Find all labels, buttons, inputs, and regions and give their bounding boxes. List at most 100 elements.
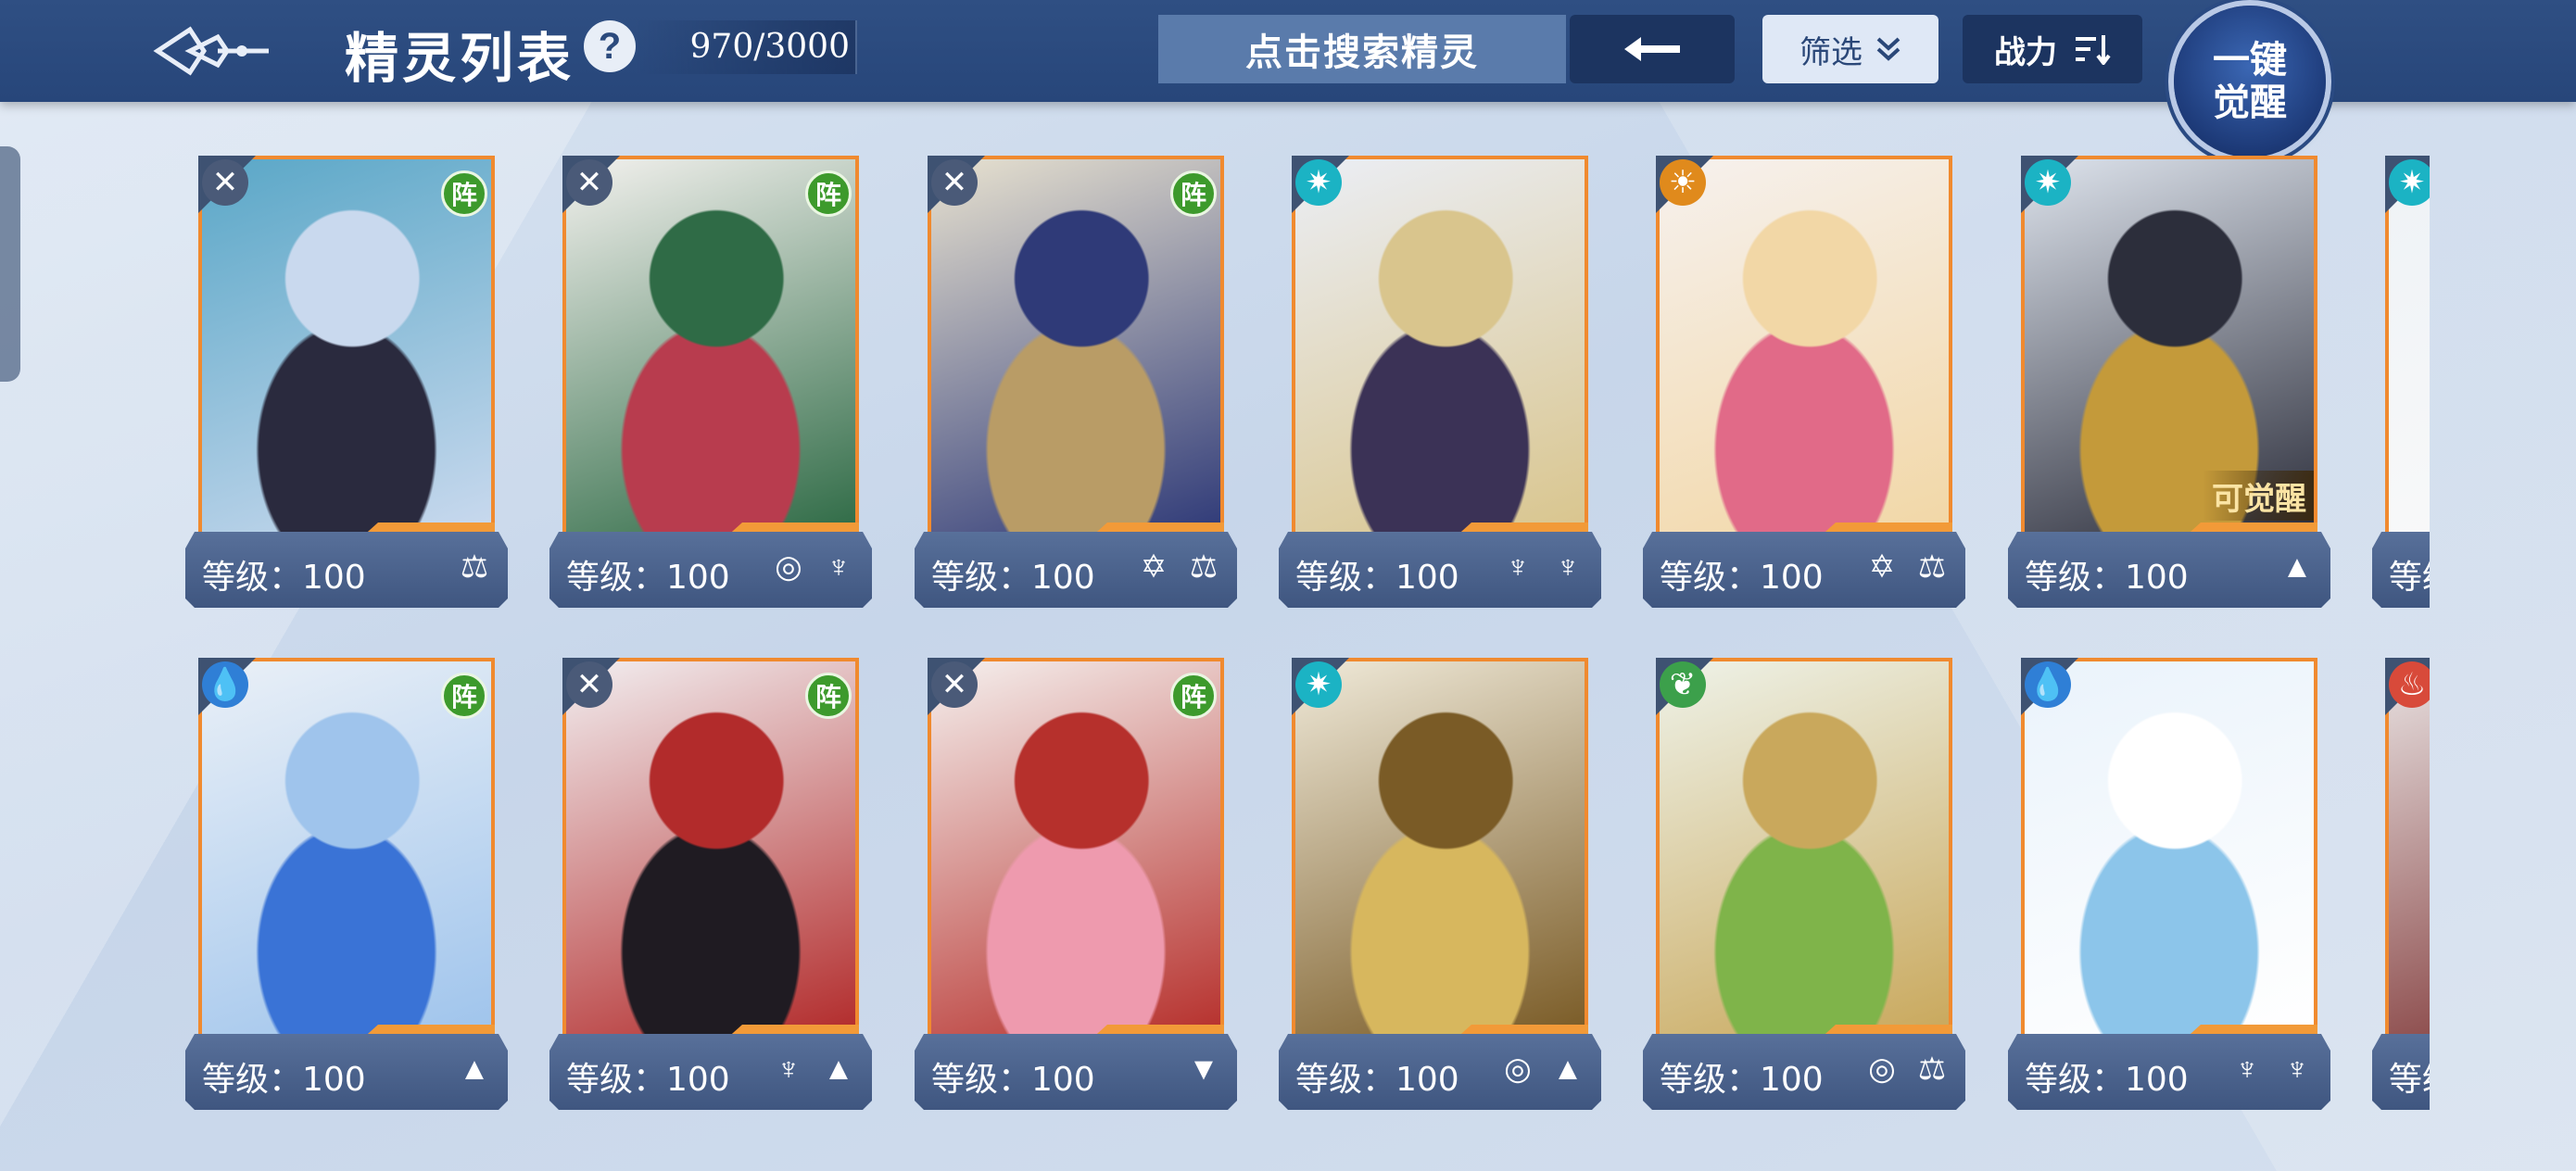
trait-icon: ◎ [1504, 1051, 1532, 1087]
formation-badge: 阵 [441, 170, 487, 217]
element-leaf-icon: ❦ [1660, 661, 1706, 708]
spirit-card[interactable]: ✷ 等级：100 ◎ ▲ [1279, 650, 1601, 1109]
spirit-card[interactable]: ✷ 等级：100 ♆ ♆ [1279, 148, 1601, 607]
spirit-level: 等级 [2389, 559, 2423, 597]
element-none-icon: ✕ [931, 159, 978, 206]
trait-icon: ▲ [1552, 1051, 1584, 1087]
card-info-plate: 等级：100 ♆ ♆ [1279, 532, 1601, 608]
spirit-card[interactable]: ✷ 可觉醒 等级：100 ▲ [2008, 148, 2330, 607]
element-none-icon: ✕ [202, 159, 248, 206]
trait-icon: ♆ [1506, 549, 1530, 585]
spirit-card[interactable]: ✕ 阵等级：100 ⚖ [185, 148, 508, 607]
trait-icons: ♆ ♆ [1497, 547, 1588, 587]
awakenable-tag: 可觉醒 [2203, 471, 2314, 521]
card-info-plate: 等级：100 ▲ [185, 1034, 508, 1110]
spirit-level: 等级：100 [2025, 1061, 2189, 1099]
trait-icon: ♆ [1556, 549, 1580, 585]
card-info-plate: 等级：100 ◎ ⚖ [1643, 1034, 1965, 1110]
card-info-plate: 等级：100 ▲ [2008, 532, 2330, 608]
card-info-plate: 等级：100 ✡ ⚖ [915, 532, 1237, 608]
spirit-level: 等级 [2389, 1061, 2423, 1099]
spirit-level: 等级：100 [1660, 1061, 1824, 1099]
spirit-card[interactable]: ☀ 等级：100 ✡ ⚖ [1643, 148, 1965, 607]
formation-badge: 阵 [805, 673, 852, 719]
trait-icons: ✡ ⚖ [1862, 547, 1952, 587]
spirit-card[interactable]: ✷ 等级 [2372, 148, 2430, 607]
element-star-icon: ✷ [2389, 159, 2430, 206]
card-info-plate: 等级：100 ✡ ⚖ [1643, 532, 1965, 608]
spirit-level: 等级：100 [1660, 559, 1824, 597]
element-water-icon: 💧 [2025, 661, 2071, 708]
trait-icons: ▲ [454, 1049, 495, 1089]
trait-icons: ✡ ⚖ [1133, 547, 1224, 587]
spirit-card[interactable]: 💧 阵等级：100 ▲ [185, 650, 508, 1109]
element-none-icon: ✕ [566, 661, 612, 708]
trait-icon: ◎ [775, 549, 802, 585]
spirit-card[interactable]: ✕ 阵等级：100 ◎ ♆ [549, 148, 872, 607]
spirit-portrait [2021, 658, 2317, 1038]
spirit-level: 等级：100 [931, 559, 1095, 597]
spirit-card[interactable]: ❦ 等级：100 ◎ ⚖ [1643, 650, 1965, 1109]
trait-icon: ♆ [777, 1051, 801, 1087]
spirit-portrait [1656, 658, 1952, 1038]
trait-icons: ⚖ [454, 547, 495, 587]
spirit-level: 等级：100 [931, 1061, 1095, 1099]
spirit-card[interactable]: ✕ 阵等级：100 ♆ ▲ [549, 650, 872, 1109]
card-info-plate: 等级：100 ▼ [915, 1034, 1237, 1110]
trait-icons: ▼ [1183, 1049, 1224, 1089]
element-water-icon: 💧 [202, 661, 248, 708]
trait-icons: ♆ ♆ [2227, 1049, 2317, 1089]
trait-icon: ♆ [2285, 1051, 2309, 1087]
trait-icon: ⚖ [1189, 549, 1219, 585]
spirit-card[interactable]: ✕ 阵等级：100 ✡ ⚖ [915, 148, 1237, 607]
spirit-level: 等级：100 [1295, 1061, 1459, 1099]
spirit-portrait [1292, 658, 1588, 1038]
spirit-card[interactable]: 💧 等级：100 ♆ ♆ [2008, 650, 2330, 1109]
card-info-plate: 等级：100 ♆ ♆ [2008, 1034, 2330, 1110]
trait-icons: ▲ [2277, 547, 2317, 587]
trait-icons: ◎ ⚖ [1862, 1049, 1952, 1089]
trait-icon: ♆ [827, 549, 851, 585]
card-info-plate: 等级：100 ◎ ♆ [549, 532, 872, 608]
trait-icon: ▲ [823, 1051, 854, 1087]
trait-icon: ✡ [1868, 549, 1896, 585]
card-info-plate: 等级：100 ♆ ▲ [549, 1034, 872, 1110]
spirit-grid: ✕ 阵等级：100 ⚖ ✕ 阵等级：100 ◎ ♆ ✕ 阵等级：100 ✡ ⚖ ✷ 等级：100 ♆ ♆ ☀ 等… [0, 0, 2430, 1171]
trait-icon: ▲ [2281, 549, 2313, 585]
trait-icon: ⚖ [1917, 1051, 1947, 1087]
card-info-plate: 等级：100 ⚖ [185, 532, 508, 608]
card-info-plate: 等级：100 ◎ ▲ [1279, 1034, 1601, 1110]
trait-icon: ▼ [1188, 1051, 1219, 1087]
element-star-icon: ✷ [1295, 159, 1342, 206]
trait-icon: ◎ [1868, 1051, 1896, 1087]
spirit-portrait [1292, 156, 1588, 535]
spirit-portrait [1656, 156, 1952, 535]
trait-icons: ◎ ▲ [1497, 1049, 1588, 1089]
element-fire-icon: ♨ [2389, 661, 2430, 708]
element-star-icon: ✷ [2025, 159, 2071, 206]
spirit-portrait [2385, 658, 2430, 1038]
spirit-level: 等级：100 [202, 559, 366, 597]
trait-icon: ♆ [2235, 1051, 2259, 1087]
element-none-icon: ✕ [931, 661, 978, 708]
trait-icons: ◎ ♆ [768, 547, 859, 587]
spirit-level: 等级：100 [1295, 559, 1459, 597]
spirit-level: 等级：100 [566, 559, 730, 597]
spirit-card[interactable]: ♨ 等级 [2372, 650, 2430, 1109]
spirit-level: 等级：100 [566, 1061, 730, 1099]
card-info-plate: 等级 [2372, 1034, 2430, 1110]
trait-icon: ⚖ [460, 549, 489, 585]
element-sun-icon: ☀ [1660, 159, 1706, 206]
element-star-icon: ✷ [1295, 661, 1342, 708]
spirit-card[interactable]: ✕ 阵等级：100 ▼ [915, 650, 1237, 1109]
element-none-icon: ✕ [566, 159, 612, 206]
trait-icons: ♆ ▲ [768, 1049, 859, 1089]
trait-icon: ▲ [459, 1051, 490, 1087]
spirit-level: 等级：100 [2025, 559, 2189, 597]
formation-badge: 阵 [1170, 170, 1217, 217]
formation-badge: 阵 [441, 673, 487, 719]
trait-icon: ⚖ [1917, 549, 1947, 585]
formation-badge: 阵 [805, 170, 852, 217]
spirit-level: 等级：100 [202, 1061, 366, 1099]
card-info-plate: 等级 [2372, 532, 2430, 608]
